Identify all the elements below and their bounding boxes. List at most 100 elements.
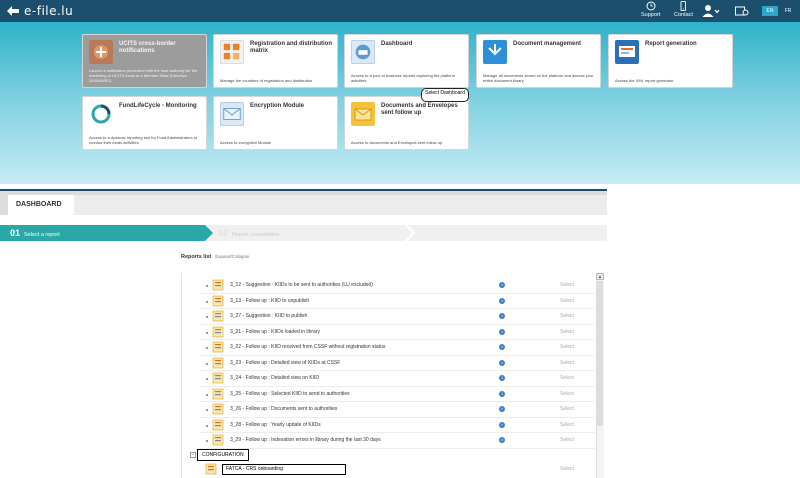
report-icon <box>212 295 224 306</box>
tab-bar-background <box>74 195 607 215</box>
report-icon <box>212 326 224 337</box>
list-item[interactable]: 3_13 - Follow up : KIID to unpublish i Sel… <box>200 294 595 309</box>
bullet <box>206 300 208 303</box>
tile-registration-matrix[interactable]: Registration and distribution matrix Man… <box>213 34 338 88</box>
language-fr-button[interactable]: FR <box>780 6 796 16</box>
info-icon[interactable]: i <box>499 328 505 335</box>
info-icon[interactable]: i <box>499 344 505 350</box>
contact-button[interactable]: Contact <box>674 1 693 21</box>
select-link[interactable]: Select <box>560 437 574 443</box>
list-item[interactable]: 3_26 - Follow up : Documents sent to aut… <box>200 402 595 418</box>
list-item[interactable]: 3_27 - Suggestion : KIID to publish i Sele… <box>200 309 595 325</box>
list-item[interactable]: 3_12 - Suggestion : KIIDs to be sent to … <box>200 278 595 294</box>
tile-description: Launch a notification procedure with the… <box>89 68 198 83</box>
fatca-item-label[interactable]: FATCA - CRS onboarding <box>222 464 346 475</box>
tile-fundlifecycle[interactable]: FundLifeCycle - Monitoring Access to a d… <box>82 96 207 150</box>
support-button[interactable]: Support <box>641 1 660 21</box>
tile-dashboard[interactable]: Dashboard Access to a pool of business r… <box>344 34 469 88</box>
report-label: 3_13 - Follow up : KIID to unpublish <box>230 297 310 304</box>
tile-title: FundLifeCycle - Monitoring <box>119 103 197 109</box>
list-item[interactable]: 3_28 - Follow up : Yearly update of KIID… <box>200 418 595 433</box>
report-label: 3_21 - Follow up : KIIDs loaded in libra… <box>230 328 321 335</box>
configuration-label[interactable]: CONFIGURATION <box>197 449 249 461</box>
report-icon <box>212 388 224 399</box>
report-icon <box>212 310 224 322</box>
report-label: 3_27 - Suggestion : KIID to publish <box>230 313 308 319</box>
report-icon <box>212 403 224 415</box>
report-label: 3_12 - Suggestion : KIIDs to be sent to … <box>230 282 373 288</box>
tile-envelopes-follow-up[interactable]: Documents and Envelopes sent follow up A… <box>344 96 469 150</box>
tile-title: Registration and distribution matrix <box>250 41 332 54</box>
step-select-report[interactable]: 01 Select a report <box>0 225 205 241</box>
tile-title: Documents and Envelopes sent follow up <box>381 103 458 116</box>
report-label: 3_22 - Follow up : KIID received from CS… <box>230 344 386 350</box>
report-icon <box>212 434 224 446</box>
lifecycle-icon <box>89 102 113 126</box>
top-bar: e-file.lu Support Contact EN FR <box>0 0 800 22</box>
select-link[interactable]: Select <box>560 344 574 350</box>
info-icon[interactable]: i <box>499 421 505 428</box>
scroll-thumb[interactable] <box>597 281 603 426</box>
bullet <box>206 409 208 411</box>
list-item[interactable]: 3_25 - Follow up : Selected KIID to send… <box>200 387 595 402</box>
support-label: Support <box>641 12 661 18</box>
document-management-icon <box>483 40 507 64</box>
settings-icon[interactable] <box>735 5 749 17</box>
select-link[interactable]: Select <box>560 375 574 381</box>
expand-collapse-link[interactable]: Expand/Collapse <box>215 254 249 259</box>
ucits-icon <box>89 40 113 64</box>
list-item[interactable]: 3_29 - Follow up : Indexation errors in … <box>200 433 595 449</box>
info-icon[interactable]: i <box>499 313 505 319</box>
select-link[interactable]: Select <box>560 360 574 366</box>
encryption-icon <box>220 102 244 126</box>
list-item[interactable]: 3_22 - Follow up : KIID received from CS… <box>200 340 595 356</box>
dashboard-icon <box>351 40 375 64</box>
list-item[interactable]: 3_23 - Follow up : Detailed view of KIID… <box>200 356 595 371</box>
select-link[interactable]: Select <box>560 466 574 472</box>
info-icon[interactable]: i <box>499 297 505 304</box>
select-link[interactable]: Select <box>560 406 574 412</box>
phone-icon <box>681 1 687 11</box>
report-icon <box>212 341 224 353</box>
collapse-toggle[interactable]: − <box>190 452 196 458</box>
bullet <box>206 285 208 287</box>
report-icon <box>212 372 224 384</box>
select-link[interactable]: Select <box>560 298 574 304</box>
configuration-group[interactable]: − CONFIGURATION <box>186 449 595 462</box>
tile-report-generation[interactable]: Report generation Access the XML report … <box>608 34 733 88</box>
info-icon[interactable]: i <box>499 359 505 366</box>
bullet <box>206 316 208 318</box>
select-link[interactable]: Select <box>560 329 574 335</box>
list-item-fatca[interactable]: FATCA - CRS onboarding Select <box>200 462 595 478</box>
info-icon[interactable]: i <box>499 282 505 288</box>
info-icon[interactable]: i <box>499 390 505 397</box>
logo[interactable]: e-file.lu <box>6 3 73 19</box>
tile-description: Access to a dynamic reporting tool for F… <box>89 135 198 145</box>
scroll-up-arrow[interactable]: ▲ <box>596 273 604 280</box>
info-icon[interactable]: i <box>499 406 505 412</box>
list-item[interactable]: 3_24 - Follow up : Detailed view on KIID… <box>200 371 595 387</box>
tile-description: Access to encryption Module <box>220 140 272 145</box>
tile-document-management[interactable]: Document management Manage all documents… <box>476 34 601 88</box>
tile-ucits[interactable]: UCITS cross-border notifications Launch … <box>82 34 207 88</box>
report-label: 3_23 - Follow up : Detailed view of KIID… <box>230 359 341 366</box>
bullet <box>206 393 208 396</box>
language-en-button[interactable]: EN <box>762 6 778 16</box>
dashboard-tooltip: Select Dashboard <box>421 88 469 102</box>
info-icon[interactable]: i <box>499 375 505 381</box>
select-link[interactable]: Select <box>560 313 574 319</box>
report-label: 3_29 - Follow up : Indexation errors in … <box>230 437 381 443</box>
info-icon[interactable]: i <box>499 437 505 443</box>
tile-title: Document management <box>513 41 582 47</box>
select-link[interactable]: Select <box>560 391 574 397</box>
select-link[interactable]: Select <box>560 282 574 288</box>
step-report-consultation: 02 Report consultation <box>218 225 279 241</box>
tile-encryption[interactable]: Encryption Module Access to encryption M… <box>213 96 338 150</box>
logo-text: e-file.lu <box>24 4 74 18</box>
list-item[interactable]: 3_21 - Follow up : KIIDs loaded in libra… <box>200 325 595 340</box>
bullet <box>206 424 208 427</box>
tab-dashboard[interactable]: DASHBOARD <box>8 195 74 215</box>
envelopes-icon <box>351 102 375 126</box>
select-link[interactable]: Select <box>560 422 574 428</box>
user-menu-icon[interactable] <box>702 4 720 18</box>
